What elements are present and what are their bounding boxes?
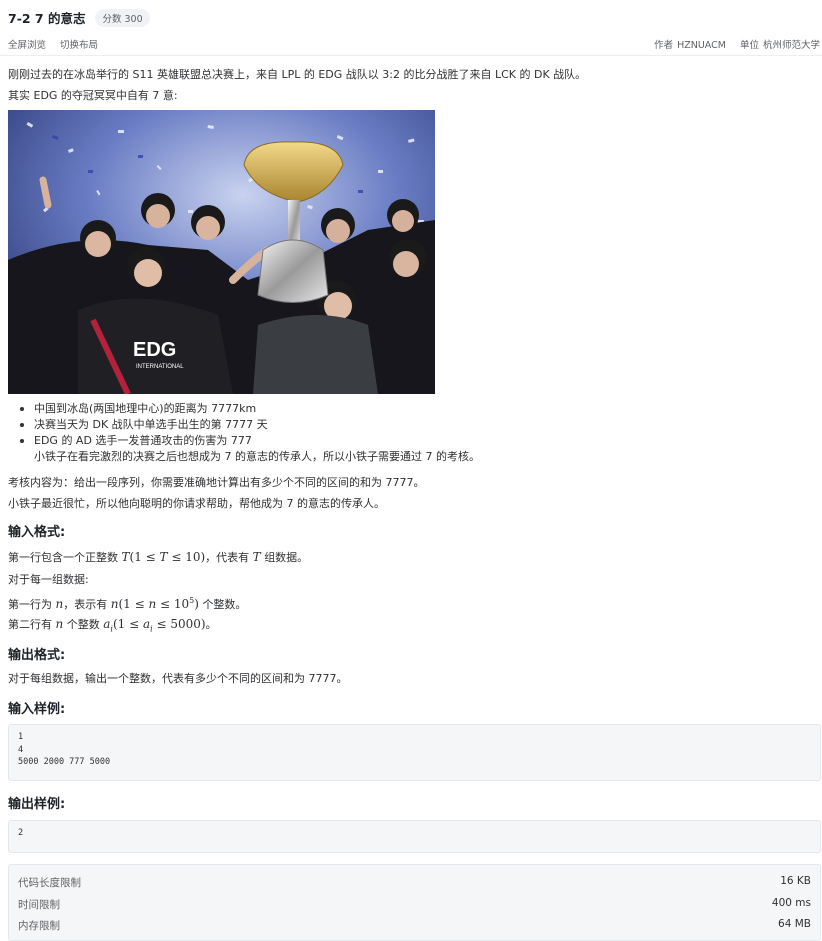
math-a-range: ai(1 ≤ ai ≤ 5000) — [103, 617, 206, 634]
input-line3-suffix: 个整数。 — [202, 598, 247, 611]
fact-item-tail: 小铁子在看完激烈的决赛之后也想成为 7 的意志的传承人，所以小铁子需要通过 7 … — [34, 450, 480, 463]
fullscreen-button[interactable]: 全屏浏览 — [8, 37, 46, 51]
fact-item-1: 中国到冰岛(两国地理中心)的距离为 7777km — [34, 402, 257, 415]
code-length-limit-row: 代码长度限制 16 KB — [18, 875, 811, 890]
intro-paragraph-2: 其实 EDG 的夺冠冥冥中自有 7 意: — [8, 89, 178, 102]
input-line1-prefix: 第一行包含一个正整数 — [8, 551, 118, 564]
limits-panel: 代码长度限制 16 KB 时间限制 400 ms 内存限制 64 MB — [8, 864, 821, 941]
toolbar: 全屏浏览 切换布局 — [8, 37, 98, 51]
limit-label: 时间限制 — [18, 899, 60, 911]
input-line4-suffix: 。 — [205, 618, 217, 631]
author-value: HZNUACM — [677, 40, 726, 51]
list-item: EDG 的 AD 选手一发普通攻击的伤害为 777 小铁子在看完激烈的决赛之后也想… — [20, 433, 480, 465]
author-label: 作者 — [654, 40, 674, 51]
fact-item-2: 决赛当天为 DK 战队中单选手出生的第 7777 天 — [34, 418, 268, 431]
math-t-range: T(1 ≤ T ≤ 10) — [121, 550, 206, 564]
input-format-line-1: 第一行包含一个正整数 T(1 ≤ T ≤ 10)，代表有 T 组数据。 — [8, 548, 308, 567]
fact-list: 中国到冰岛(两国地理中心)的距离为 7777km 决赛当天为 DK 战队中单选手… — [20, 401, 480, 465]
input-line4-prefix: 第二行有 — [8, 618, 52, 631]
input-line3-prefix: 第一行为 — [8, 598, 52, 611]
limit-label: 内存限制 — [18, 920, 60, 932]
task-paragraph-1: 考核内容为：给出一段序列，你需要准确地计算出有多少个不同的区间的和为 7777。 — [8, 476, 425, 489]
limit-value: 400 ms — [771, 897, 811, 909]
org-value: 杭州师范大学 — [762, 40, 820, 51]
sample-output-heading: 输出样例: — [8, 797, 66, 812]
sample-output-code[interactable]: 2 — [8, 820, 821, 853]
time-limit-row: 时间限制 400 ms — [18, 897, 811, 912]
input-line3-mid: ，表示有 — [63, 598, 108, 611]
jersey-sub-text: INTERNATIONAL — [136, 364, 184, 370]
output-format-heading: 输出格式: — [8, 648, 66, 663]
output-format-text: 对于每组数据，输出一个整数，代表有多少个不同的区间和为 7777。 — [8, 672, 348, 685]
list-item: 中国到冰岛(两国地理中心)的距离为 7777km — [20, 401, 480, 417]
task-paragraph-2: 小铁子最近很忙，所以他向聪明的你请求帮助，帮他成为 7 的意志的传承人。 — [8, 497, 385, 510]
intro-paragraph-1: 刚刚过去的在冰岛举行的 S11 英雄联盟总决赛上，来自 LPL 的 EDG 战队… — [8, 68, 587, 81]
input-format-line-4: 第二行有 n 个整数 ai(1 ≤ ai ≤ 5000)。 — [8, 615, 217, 638]
input-line1-suffix: 组数据。 — [264, 551, 309, 564]
math-n-range: n(1 ≤ n ≤ 105) — [110, 596, 199, 611]
problem-title: 7-2 7 的意志 — [8, 11, 86, 26]
sample-input-code[interactable]: 1 4 5000 2000 777 5000 — [8, 724, 821, 781]
limit-value: 64 MB — [778, 918, 811, 930]
jersey-logo-text: EDG — [133, 339, 176, 361]
edg-trophy-photo: EDG INTERNATIONAL — [8, 110, 435, 394]
math-n-count: n — [55, 617, 64, 631]
score-badge: 分数 300 — [95, 8, 150, 27]
limit-label: 代码长度限制 — [18, 877, 81, 889]
sample-input-heading: 输入样例: — [8, 702, 66, 717]
list-item: 决赛当天为 DK 战队中单选手出生的第 7777 天 — [20, 417, 480, 433]
memory-limit-row: 内存限制 64 MB — [18, 918, 811, 933]
input-format-heading: 输入格式: — [8, 525, 66, 540]
fact-item-3: EDG 的 AD 选手一发普通攻击的伤害为 777 — [34, 434, 252, 447]
limit-value: 16 KB — [780, 875, 811, 887]
math-t: T — [252, 550, 261, 564]
problem-header: 7-2 7 的意志 分数 300 全屏浏览 切换布局 作者 HZNUACM 单位杭… — [0, 0, 822, 56]
problem-meta: 作者 HZNUACM 单位 杭州师范大学 — [654, 37, 820, 51]
input-line1-mid: ，代表有 — [205, 551, 250, 564]
trophy-photo-illustration: EDG INTERNATIONAL — [8, 110, 435, 394]
title-row: 7-2 7 的意志 分数 300 — [8, 8, 150, 27]
switch-layout-button[interactable]: 切换布局 — [60, 37, 98, 51]
input-line4-mid: 个整数 — [66, 618, 100, 631]
author-info: 作者 HZNUACM — [654, 37, 726, 51]
input-format-line-3: 第一行为 n，表示有 n(1 ≤ n ≤ 105) 个整数。 — [8, 592, 246, 614]
org-info: 单位 杭州师范大学 — [740, 37, 820, 51]
org-label: 单位 — [739, 40, 759, 51]
input-format-line-2: 对于每一组数据: — [8, 573, 89, 586]
